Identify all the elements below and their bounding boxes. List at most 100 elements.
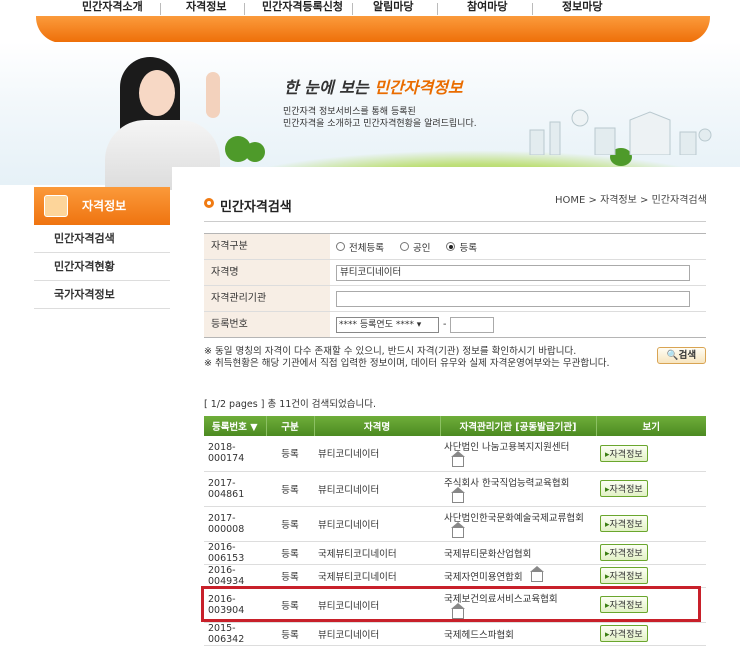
regno-dash: - bbox=[443, 319, 447, 330]
regno-label: 등록번호 bbox=[204, 312, 330, 337]
sidebar-title: 자격정보 bbox=[82, 199, 127, 213]
menu-notice[interactable]: 알림마당 bbox=[373, 0, 413, 17]
qualification-info-button[interactable]: ▸자격정보 bbox=[600, 480, 648, 497]
home-icon[interactable] bbox=[451, 486, 465, 503]
header-type: 구분 bbox=[266, 416, 315, 436]
name-label: 자격명 bbox=[204, 260, 330, 285]
table-row: 2017-004861 등록 뷰티코디네이터 주식회사 한국직업능력교육협회 ▸… bbox=[204, 471, 706, 507]
note-line: ※ 동일 명칭의 자격이 다수 존재할 수 있으니, 반드시 자격(기관) 정보… bbox=[204, 346, 577, 357]
cell-name: 뷰티코디네이터 bbox=[314, 471, 440, 507]
title-divider bbox=[204, 221, 706, 222]
cell-regno: 2018-000174 bbox=[204, 436, 266, 472]
header-regno[interactable]: 등록번호 ▼ bbox=[204, 416, 267, 436]
cell-name: 뷰티코디네이터 bbox=[314, 622, 440, 646]
cell-type: 등록 bbox=[266, 436, 314, 472]
cell-type: 등록 bbox=[266, 622, 314, 646]
cell-name: 국제뷰티코디네이터 bbox=[314, 541, 440, 565]
form-row-org: 자격관리기관 bbox=[204, 286, 706, 312]
sidebar-item-search[interactable]: 민간자격검색 bbox=[34, 225, 170, 253]
cell-org: 국제자연미용연합회 bbox=[440, 564, 596, 588]
cell-org: 사단법인 나눔고용복지지원센터 bbox=[440, 436, 596, 472]
top-navigation: 민간자격소개 자격정보 민간자격등록신청 알림마당 참여마당 정보마당 bbox=[0, 0, 740, 17]
highlight-box bbox=[201, 586, 701, 622]
cell-type: 등록 bbox=[266, 506, 314, 542]
search-notes: ※ 동일 명칭의 자격이 다수 존재할 수 있으니, 반드시 자격(기관) 정보… bbox=[204, 346, 610, 370]
menu-separator bbox=[532, 3, 533, 15]
cell-org: 주식회사 한국직업능력교육협회 bbox=[440, 471, 596, 507]
qualification-info-button[interactable]: ▸자격정보 bbox=[600, 444, 648, 462]
cell-name: 뷰티코디네이터 bbox=[314, 506, 440, 542]
radio-official[interactable] bbox=[399, 242, 409, 251]
note-line: ※ 취득현황은 해당 기관에서 직접 입력한 정보이며, 데이터 유무와 실제 … bbox=[204, 358, 610, 369]
radio-all-label[interactable]: 전체등록 bbox=[349, 240, 384, 254]
model-face bbox=[139, 70, 175, 116]
menu-separator bbox=[160, 3, 161, 15]
menu-qualification-info[interactable]: 자격정보 bbox=[186, 0, 226, 17]
cell-view: ▸자격정보 bbox=[596, 506, 706, 542]
cell-regno: 2016-004934 bbox=[204, 564, 266, 588]
table-row: 2015-006342 등록 뷰티코디네이터 국제헤드스파협회 ▸자격정보 bbox=[204, 622, 706, 646]
sidebar-item-status[interactable]: 민간자격현황 bbox=[34, 253, 170, 281]
qualification-info-button[interactable]: ▸자격정보 bbox=[600, 567, 648, 584]
menu-participation[interactable]: 참여마당 bbox=[467, 0, 507, 17]
form-row-regno: 등록번호 **** 등록연도 **** ▾ - bbox=[204, 312, 706, 338]
home-icon[interactable] bbox=[451, 451, 465, 468]
search-button[interactable]: 🔍검색 bbox=[657, 347, 706, 364]
cell-view: ▸자격정보 bbox=[596, 564, 706, 588]
table-row: 2016-006153 등록 국제뷰티코디네이터 국제뷰티문화산업협회 ▸자격정… bbox=[204, 541, 706, 565]
radio-all[interactable] bbox=[336, 242, 345, 251]
table-row: 2018-000174 등록 뷰티코디네이터 사단법인 나눔고용복지지원센터 ▸… bbox=[204, 436, 706, 472]
breadcrumb: HOME > 자격정보 > 민간자격검색 bbox=[555, 195, 707, 206]
city-skyline-illustration bbox=[529, 109, 712, 155]
form-row-type: 자격구분 전체등록 공인 등록 bbox=[204, 234, 706, 260]
cell-regno: 2015-006342 bbox=[204, 622, 266, 646]
type-label: 자격구분 bbox=[204, 234, 330, 259]
menu-information[interactable]: 정보마당 bbox=[562, 0, 602, 17]
banner-title: 한 눈에 보는 민간자격정보 bbox=[284, 78, 463, 97]
search-form: 자격구분 전체등록 공인 등록 자격명 뷰티코디네이터 자격관리기관 등록번호 … bbox=[204, 233, 706, 338]
name-input[interactable]: 뷰티코디네이터 bbox=[336, 264, 690, 281]
menu-registration[interactable]: 민간자격등록신청 bbox=[262, 0, 343, 17]
cell-name: 국제뷰티코디네이터 bbox=[314, 564, 440, 588]
page-title: 민간자격검색 bbox=[220, 200, 292, 215]
org-input[interactable] bbox=[336, 290, 690, 307]
home-icon[interactable] bbox=[529, 566, 544, 582]
sidebar-item-national[interactable]: 국가자격정보 bbox=[34, 281, 170, 309]
form-row-name: 자격명 뷰티코디네이터 bbox=[204, 260, 706, 286]
cell-org: 사단법인한국문화예술국제교류협회 bbox=[440, 506, 596, 542]
search-icon: 🔍 bbox=[666, 350, 679, 361]
header-view: 보기 bbox=[596, 416, 706, 436]
cell-type: 등록 bbox=[266, 541, 314, 565]
model-hand bbox=[206, 72, 220, 118]
radio-registered[interactable] bbox=[446, 242, 456, 251]
cell-view: ▸자격정보 bbox=[596, 622, 706, 646]
menu-separator bbox=[244, 3, 245, 15]
qualification-info-button[interactable]: ▸자격정보 bbox=[600, 625, 648, 642]
regno-number-input[interactable] bbox=[450, 316, 495, 333]
radio-registered-label[interactable]: 등록 bbox=[459, 240, 476, 254]
cell-view: ▸자격정보 bbox=[596, 471, 706, 507]
table-header-row: 등록번호 ▼ 구분 자격명 자격관리기관 [공동발급기관] 보기 bbox=[204, 416, 706, 436]
banner-description: 민간자격을 소개하고 민간자격현황을 알려드립니다. bbox=[283, 119, 477, 129]
sidebar-header: 자격정보 bbox=[34, 187, 170, 225]
radio-official-label[interactable]: 공인 bbox=[413, 240, 430, 254]
cell-org: 국제헤드스파협회 bbox=[440, 622, 596, 646]
table-row: 2016-004934 등록 국제뷰티코디네이터 국제자연미용연합회 ▸자격정보 bbox=[204, 564, 706, 588]
qualification-info-button[interactable]: ▸자격정보 bbox=[600, 544, 648, 561]
cell-regno: 2017-000008 bbox=[204, 506, 266, 542]
header-name: 자격명 bbox=[314, 416, 441, 436]
orange-header-bar bbox=[36, 16, 710, 43]
cell-type: 등록 bbox=[266, 564, 314, 588]
cell-name: 뷰티코디네이터 bbox=[314, 436, 440, 472]
cell-view: ▸자격정보 bbox=[596, 541, 706, 565]
menu-intro[interactable]: 민간자격소개 bbox=[82, 0, 143, 17]
sidebar: 자격정보 민간자격검색 민간자격현황 국가자격정보 bbox=[34, 187, 170, 309]
home-icon[interactable] bbox=[451, 521, 465, 538]
qualification-info-button[interactable]: ▸자격정보 bbox=[600, 515, 648, 532]
cell-org: 국제뷰티문화산업협회 bbox=[440, 541, 596, 565]
header-org: 자격관리기관 [공동발급기관] bbox=[440, 416, 597, 436]
cell-regno: 2017-004861 bbox=[204, 471, 266, 507]
org-label: 자격관리기관 bbox=[204, 286, 330, 311]
regno-year-select[interactable]: **** 등록연도 **** ▾ bbox=[336, 316, 439, 333]
result-summary: [ 1/2 pages ] 총 11건이 검색되었습니다. bbox=[204, 399, 377, 410]
